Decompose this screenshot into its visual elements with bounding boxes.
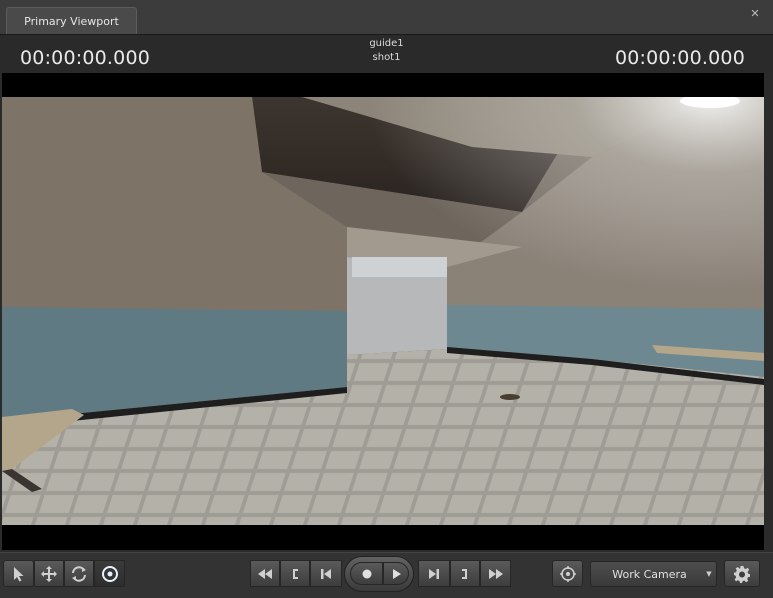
tab-primary-viewport[interactable]: Primary Viewport [6, 7, 137, 34]
mark-out-button[interactable] [450, 560, 480, 587]
rotate-icon [72, 565, 86, 582]
mark-out-icon [462, 568, 467, 579]
camera-select[interactable]: Work Camera ▼ [590, 561, 717, 587]
record-button[interactable] [350, 562, 383, 585]
camera-target-button[interactable] [552, 560, 583, 587]
settings-button[interactable] [724, 560, 760, 587]
step-forward-button[interactable] [418, 560, 450, 587]
rewind-button[interactable] [250, 560, 280, 587]
move-icon [41, 565, 57, 582]
select-arrow-icon [13, 566, 23, 581]
fast-forward-icon [488, 568, 503, 579]
move-tool-button[interactable] [34, 560, 64, 587]
rewind-icon [258, 568, 272, 579]
target-icon [101, 565, 118, 582]
timecode-right: 00:00:00.000 [614, 47, 745, 69]
play-button[interactable] [383, 562, 409, 585]
step-back-icon [321, 568, 331, 579]
camera-select-label: Work Camera [612, 567, 687, 581]
scene-render [2, 97, 764, 525]
select-tool-button[interactable] [3, 560, 34, 587]
gear-icon [734, 565, 750, 583]
bottom-toolbar: Work Camera ▼ [0, 552, 773, 598]
rotate-tool-button[interactable] [64, 560, 94, 587]
crosshair-icon [559, 565, 576, 582]
orbit-tool-button[interactable] [94, 560, 125, 587]
tab-strip: Primary Viewport ✕ [0, 0, 773, 35]
close-icon[interactable]: ✕ [749, 8, 761, 20]
viewport[interactable]: · · · [2, 73, 764, 550]
step-back-button[interactable] [310, 560, 342, 587]
tab-label: Primary Viewport [24, 14, 119, 28]
mark-in-button[interactable] [280, 560, 310, 587]
chevron-down-icon: ▼ [706, 570, 712, 578]
play-icon [393, 568, 401, 579]
mark-in-icon [293, 568, 298, 579]
timecode-bar: 00:00:00.000 guide1 shot1 00:00:00.000 [0, 35, 773, 73]
record-icon [362, 569, 371, 578]
step-forward-icon [429, 568, 439, 579]
fast-forward-button[interactable] [480, 560, 511, 587]
resize-handle-icon[interactable]: · · · [759, 359, 763, 377]
